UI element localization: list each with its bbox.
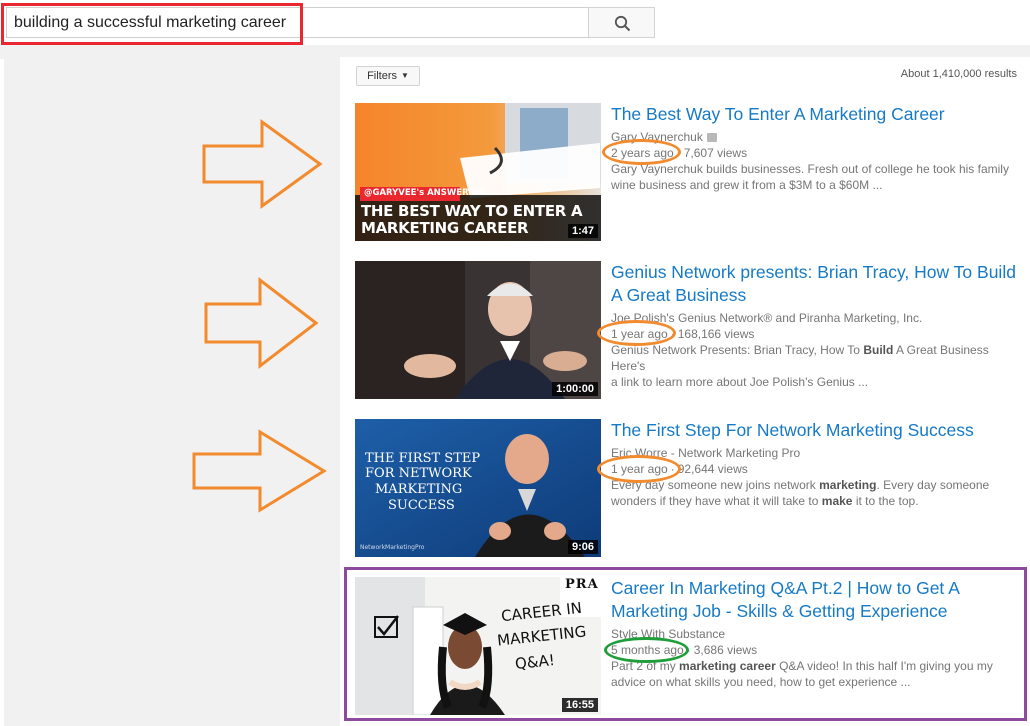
channel-row: Gary Vaynerchuk: [611, 129, 1021, 145]
description-line2: a link to learn more about Joe Polish's …: [611, 375, 869, 389]
filters-button[interactable]: Filters ▼: [356, 66, 420, 86]
video-thumbnail[interactable]: THE FIRST STEP FOR NETWORK MARKETING SUC…: [355, 419, 601, 557]
channel-row: Joe Polish's Genius Network® and Piranha…: [611, 310, 1021, 326]
thumbnail-image-brian-tracy: [355, 261, 601, 399]
thumbnail-sign: PRA: [565, 577, 599, 592]
video-description: Part 2 of my marketing career Q&A video!…: [611, 658, 1021, 690]
video-title-link[interactable]: Career In Marketing Q&A Pt.2 | How to Ge…: [611, 577, 1021, 623]
search-icon: [614, 15, 631, 32]
video-stats: 2 years ago · 7,607 views: [611, 146, 748, 160]
description-highlight: marketing career: [679, 659, 776, 673]
verified-icon: [706, 133, 717, 142]
video-thumbnail[interactable]: PRA CAREER IN MARKETING Q&A! 16:55: [355, 577, 601, 715]
thumbnail-caption-line2: FOR NETWORK: [365, 466, 472, 481]
description-text: Q&A video! In this half I'm giving you m…: [775, 659, 993, 673]
thumbnail-caption-line3: MARKETING: [375, 482, 463, 497]
video-title-link[interactable]: The First Step For Network Marketing Suc…: [611, 419, 1021, 442]
result-item: THE FIRST STEP FOR NETWORK MARKETING SUC…: [355, 419, 1025, 559]
thumbnail-image-career-qa: [355, 577, 601, 715]
search-button[interactable]: [588, 7, 655, 38]
description-highlight: marketing: [819, 478, 877, 492]
channel-row: Style With Substance: [611, 626, 1021, 642]
video-description: Gary Vaynerchuk builds businesses. Fresh…: [611, 161, 1021, 193]
video-title-link[interactable]: Genius Network presents: Brian Tracy, Ho…: [611, 261, 1021, 307]
description-highlight: Build: [863, 343, 894, 357]
view-count: 7,607 views: [683, 146, 748, 160]
channel-link[interactable]: Gary Vaynerchuk: [611, 130, 703, 144]
view-count: 168,166 views: [677, 327, 755, 341]
filters-label: Filters: [367, 70, 398, 82]
description-line2: wine business and grew it from a $3M to …: [611, 178, 883, 192]
video-thumbnail[interactable]: 1:00:00: [355, 261, 601, 399]
video-stats: 5 months ago · 3,686 views: [611, 643, 758, 657]
result-item: 1:00:00 Genius Network presents: Brian T…: [355, 261, 1025, 401]
description-line2: advice on what skills you need, how to g…: [611, 675, 911, 689]
description-text: it to the top.: [852, 494, 919, 508]
description-highlight: make: [821, 494, 853, 508]
description-text: . Every day someone: [876, 478, 990, 492]
channel-link[interactable]: Joe Polish's Genius Network® and Piranha…: [611, 311, 922, 325]
channel-row: Eric Worre - Network Marketing Pro: [611, 445, 1021, 461]
description-text: Genius Network Presents: Brian Tracy, Ho…: [611, 343, 864, 357]
description-text: wonders if they have what it will take t…: [611, 494, 822, 508]
video-duration: 1:47: [567, 224, 598, 238]
result-item: PRA CAREER IN MARKETING Q&A! 16:55 Caree…: [355, 577, 1025, 717]
description-line1: Gary Vaynerchuk builds businesses. Fresh…: [611, 162, 1009, 176]
caret-down-icon: ▼: [401, 71, 409, 80]
video-description: Every day someone new joins network mark…: [611, 477, 1021, 509]
description-text: Part 2 of my: [611, 659, 680, 673]
thumbnail-footer: NetworkMarketingPro: [360, 544, 425, 551]
upload-age: 5 months ago: [611, 643, 684, 657]
thumbnail-caption-line2: MARKETING CAREER: [361, 219, 529, 237]
upload-age: 1 year ago: [611, 327, 668, 341]
channel-link[interactable]: Style With Substance: [611, 627, 725, 641]
video-stats: 1 year ago · 92,644 views: [611, 462, 748, 476]
thumbnail-tag: @GARYVEE's ANSWER ON...: [364, 188, 496, 198]
upload-age: 1 year ago: [611, 462, 668, 476]
view-count: 92,644 views: [677, 462, 748, 476]
result-item: @GARYVEE's ANSWER ON... THE BEST WAY TO …: [355, 103, 1025, 243]
search-box[interactable]: [6, 7, 589, 38]
result-count: About 1,410,000 results: [900, 68, 1017, 80]
thumbnail-caption-line4: SUCCESS: [388, 498, 455, 513]
channel-link[interactable]: Eric Worre - Network Marketing Pro: [611, 446, 800, 460]
video-title-link[interactable]: The Best Way To Enter A Marketing Career: [611, 103, 1021, 126]
thumbnail-caption-line1: THE BEST WAY TO ENTER A: [361, 202, 583, 220]
search-input[interactable]: [7, 8, 588, 37]
video-description: Genius Network Presents: Brian Tracy, Ho…: [611, 342, 1021, 390]
upload-age: 2 years ago: [611, 146, 674, 160]
video-duration: 1:00:00: [552, 382, 598, 396]
video-thumbnail[interactable]: @GARYVEE's ANSWER ON... THE BEST WAY TO …: [355, 103, 601, 241]
video-duration: 9:06: [567, 540, 598, 554]
description-text: Every day someone new joins network: [611, 478, 820, 492]
left-gutter: [4, 57, 340, 726]
view-count: 3,686 views: [693, 643, 758, 657]
video-stats: 1 year ago · 168,166 views: [611, 327, 755, 341]
thumbnail-caption-line1: THE FIRST STEP: [365, 451, 481, 466]
video-duration: 16:55: [561, 698, 598, 712]
